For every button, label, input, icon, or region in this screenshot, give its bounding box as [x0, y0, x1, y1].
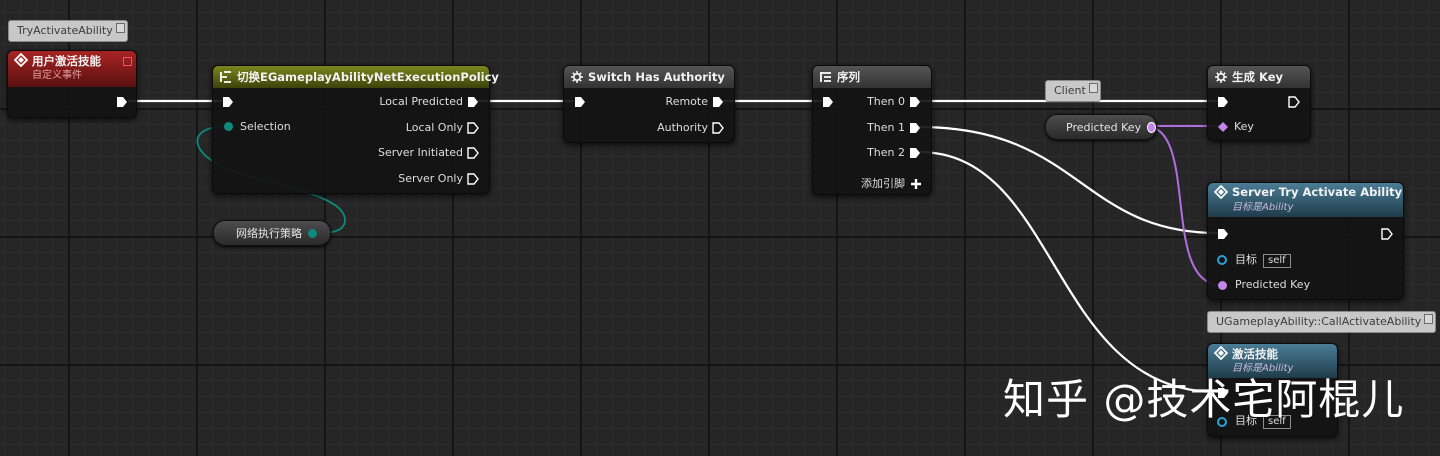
plus-icon[interactable] — [910, 178, 922, 190]
node-subtitle: 自定义事件 — [32, 70, 82, 81]
object-input-pin[interactable] — [1217, 255, 1227, 265]
pin-label-target: 目标 — [1235, 253, 1257, 266]
pin-label-then-0: Then 0 — [867, 95, 905, 108]
exec-out-pin[interactable] — [712, 96, 724, 108]
pin-label-remote: Remote — [665, 95, 708, 108]
pin-label-local-only: Local Only — [405, 121, 463, 134]
gear-icon — [1215, 71, 1227, 83]
self-value-box[interactable]: self — [1263, 254, 1291, 268]
exec-out-pin[interactable] — [116, 96, 128, 108]
replicate-icon — [123, 57, 132, 66]
exec-out-pin[interactable] — [467, 96, 479, 108]
variable-label: Predicted Key — [1066, 120, 1142, 134]
exec-wire — [918, 125, 1219, 235]
pin-label-predicted-key: Predicted Key — [1235, 278, 1311, 291]
node-header: 切换EGameplayAbilityNetExecutionPolicy — [213, 66, 499, 88]
node-title: 生成 Key — [1232, 70, 1284, 84]
struct-output-pin[interactable] — [1147, 121, 1156, 133]
switch-has-authority-node[interactable]: Switch Has Authority Remote Authority — [563, 65, 735, 143]
node-header: 生成 Key — [1208, 66, 1310, 88]
node-header: 序列 — [813, 66, 931, 88]
custom-event-node[interactable]: 用户激活技能 自定义事件 — [7, 50, 137, 118]
comment-event: TryActivateAbility — [8, 20, 128, 42]
node-title: Switch Has Authority — [588, 70, 725, 84]
exec-in-pin[interactable] — [1217, 96, 1229, 108]
pin-label-key: Key — [1234, 120, 1254, 133]
comment-marker-icon — [1424, 314, 1434, 324]
event-diamond-icon — [14, 53, 28, 67]
exec-in-pin[interactable] — [574, 96, 586, 108]
struct-input-pin[interactable] — [1218, 281, 1227, 290]
comment-text: Client — [1054, 84, 1086, 97]
exec-wire — [918, 150, 1219, 394]
switch-enum-node[interactable]: 切换EGameplayAbilityNetExecutionPolicy Sel… — [212, 65, 499, 194]
pin-label-server-only: Server Only — [398, 172, 463, 185]
exec-out-pin[interactable] — [909, 122, 921, 134]
node-title: Server Try Activate Ability — [1232, 185, 1403, 199]
generate-key-node[interactable]: 生成 Key Key — [1207, 65, 1311, 141]
enum-input-pin[interactable] — [224, 122, 233, 131]
pin-label-local-predicted: Local Predicted — [379, 95, 463, 108]
pin-label-selection: Selection — [240, 120, 291, 133]
function-diamond-icon — [1214, 346, 1228, 360]
exec-in-pin[interactable] — [222, 96, 234, 108]
add-pin-button[interactable]: 添加引脚 — [861, 177, 905, 191]
sequence-node[interactable]: 序列 Then 0 Then 1 Then 2 添加引脚 — [812, 65, 932, 195]
node-header: Server Try Activate Ability 目标是Ability — [1208, 183, 1403, 217]
predicted-key-variable-node[interactable]: Predicted Key — [1045, 114, 1157, 140]
struct-input-pin[interactable] — [1218, 122, 1228, 132]
exec-out-pin[interactable] — [909, 96, 921, 108]
sequence-icon — [820, 72, 831, 82]
comment-marker-icon — [1088, 83, 1098, 93]
exec-out-pin[interactable] — [467, 173, 479, 185]
exec-out-pin[interactable] — [467, 122, 479, 134]
switch-icon — [220, 71, 231, 83]
pin-label-then-1: Then 1 — [867, 121, 905, 134]
comment-text: TryActivateAbility — [17, 24, 113, 37]
enum-output-pin[interactable] — [308, 228, 317, 238]
comment-call-activate: UGameplayAbility::CallActivateAbility — [1207, 311, 1437, 333]
node-subtitle: 目标是Ability — [1232, 202, 1294, 213]
node-header: 用户激活技能 自定义事件 — [8, 51, 136, 87]
exec-out-pin[interactable] — [712, 122, 724, 134]
pin-label-then-2: Then 2 — [867, 146, 905, 159]
comment-text: UGameplayAbility::CallActivateAbility — [1216, 315, 1422, 328]
comment-client: Client — [1045, 80, 1101, 102]
node-header: Switch Has Authority — [564, 66, 734, 88]
node-title: 切换EGameplayAbilityNetExecutionPolicy — [237, 70, 499, 84]
node-title: 序列 — [837, 70, 860, 84]
pin-label-authority: Authority — [657, 121, 708, 134]
watermark-text: 知乎 @技术宅阿棍儿 — [1003, 375, 1405, 424]
policy-variable-node[interactable]: 网络执行策略 — [213, 220, 331, 246]
gear-icon — [571, 71, 583, 83]
exec-out-pin[interactable] — [909, 147, 921, 159]
target-pin-row: 目标 self — [1235, 253, 1291, 268]
exec-out-pin[interactable] — [467, 147, 479, 159]
variable-label: 网络执行策略 — [236, 227, 302, 240]
pin-label-server-initiated: Server Initiated — [377, 146, 463, 159]
server-try-activate-node[interactable]: Server Try Activate Ability 目标是Ability 目… — [1207, 182, 1404, 300]
function-diamond-icon — [1214, 185, 1228, 199]
exec-out-pin[interactable] — [1288, 96, 1300, 108]
exec-in-pin[interactable] — [822, 96, 834, 108]
exec-in-pin[interactable] — [1217, 228, 1229, 240]
exec-out-pin[interactable] — [1381, 228, 1393, 240]
comment-marker-icon — [115, 23, 125, 33]
